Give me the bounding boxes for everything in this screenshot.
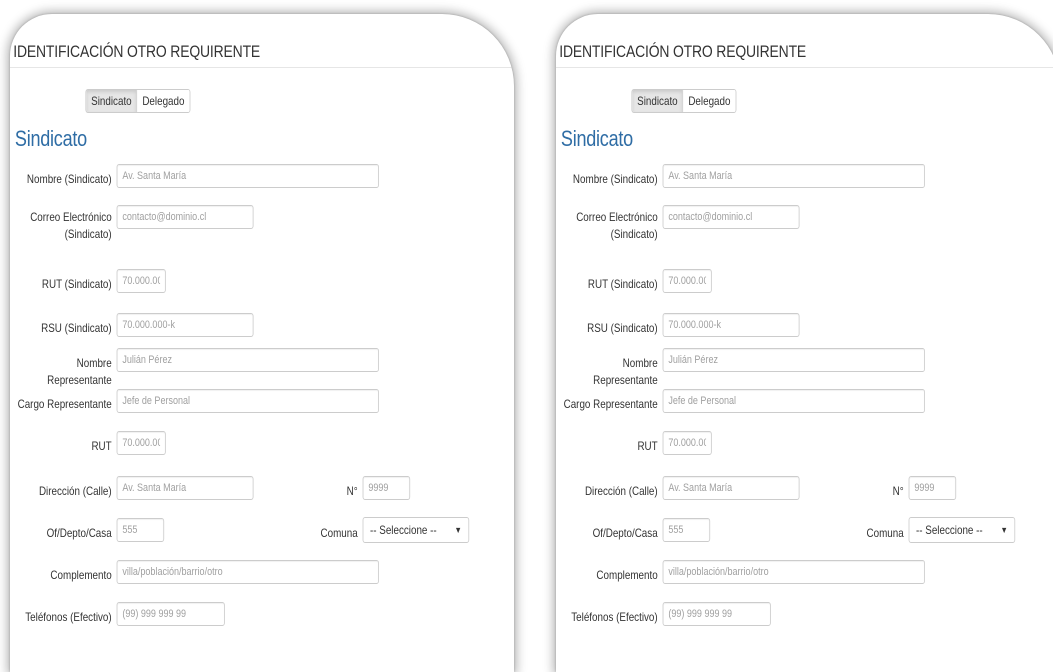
nombre-representante-input[interactable] [116,348,379,372]
cargo-representante-label: Cargo Representante [17,397,112,411]
nombre-representante-input[interactable] [662,348,925,372]
section-title: IDENTIFICACIÓN OTRO REQUIRENTE [13,42,261,61]
triangle-down-icon: ▼ [1000,525,1008,535]
direccion-label: Dirección (Calle) [584,484,658,498]
complemento-input[interactable] [662,560,925,584]
correo-input[interactable] [116,205,254,229]
form-panel-right: IDENTIFICACIÓN OTRO REQUIRENTE Sindicato… [556,14,1053,672]
rut-input[interactable] [116,431,166,455]
direccion-input[interactable] [116,476,254,500]
numero-label: N° [346,484,358,498]
complemento-label: Complemento [50,568,112,582]
nombre-label: Nombre (Sindicato) [26,172,112,186]
nombre-label: Nombre (Sindicato) [572,172,658,186]
comuna-select-value: -- Seleccione -- [369,523,437,537]
direccion-input[interactable] [662,476,800,500]
direccion-label: Dirección (Calle) [38,484,112,498]
correo-label-line2: (Sindicato) [64,227,112,241]
requirente-type-toggle: Sindicato Delegado [631,89,737,113]
complemento-label: Complemento [596,568,658,582]
rut-sindicato-input[interactable] [662,269,712,293]
comuna-select[interactable]: -- Seleccione -- ▼ [908,517,1016,543]
correo-label: Correo Electrónico (Sindicato) [556,209,658,243]
requirente-type-toggle: Sindicato Delegado [85,89,191,113]
correo-label-line1: Correo Electrónico [30,210,112,224]
complemento-input[interactable] [116,560,379,584]
comuna-label: Comuna [320,526,358,540]
form-content: IDENTIFICACIÓN OTRO REQUIRENTE Sindicato… [10,14,514,672]
section-divider [10,67,514,68]
correo-label-line2: (Sindicato) [610,227,658,241]
numero-input[interactable] [362,476,411,500]
toggle-sindicato-button[interactable]: Sindicato [86,90,137,112]
rut-label: RUT [637,439,658,453]
rut-label: RUT [91,439,112,453]
of-depto-input[interactable] [662,518,711,542]
rsu-input[interactable] [116,313,254,337]
form-panel-left: IDENTIFICACIÓN OTRO REQUIRENTE Sindicato… [10,14,514,672]
telefonos-label: Teléfonos (Efectivo) [25,610,112,624]
section-title: IDENTIFICACIÓN OTRO REQUIRENTE [559,42,807,61]
rsu-label: RSU (Sindicato) [587,321,658,335]
of-depto-label: Of/Depto/Casa [592,526,658,540]
triangle-down-icon: ▼ [454,525,462,535]
comuna-select-value: -- Seleccione -- [915,523,983,537]
rsu-label: RSU (Sindicato) [41,321,112,335]
comuna-label: Comuna [866,526,904,540]
cargo-representante-input[interactable] [662,389,925,413]
rut-sindicato-input[interactable] [116,269,166,293]
cargo-representante-input[interactable] [116,389,379,413]
of-depto-label: Of/Depto/Casa [46,526,112,540]
rsu-input[interactable] [662,313,800,337]
rut-sindicato-label: RUT (Sindicato) [587,277,658,291]
toggle-sindicato-button[interactable]: Sindicato [632,90,683,112]
nombre-input[interactable] [116,164,379,188]
telefonos-input[interactable] [116,602,225,626]
sub-heading: Sindicato [560,126,633,151]
telefonos-input[interactable] [662,602,771,626]
telefonos-label: Teléfonos (Efectivo) [571,610,658,624]
comuna-select[interactable]: -- Seleccione -- ▼ [362,517,470,543]
correo-label-line1: Correo Electrónico [576,210,658,224]
sub-heading: Sindicato [14,126,87,151]
nombre-input[interactable] [662,164,925,188]
toggle-delegado-button[interactable]: Delegado [682,90,736,112]
cargo-representante-label: Cargo Representante [563,397,658,411]
correo-input[interactable] [662,205,800,229]
section-divider [556,67,1053,68]
form-content: IDENTIFICACIÓN OTRO REQUIRENTE Sindicato… [556,14,1053,672]
numero-label: N° [892,484,904,498]
rut-sindicato-label: RUT (Sindicato) [41,277,112,291]
rut-input[interactable] [662,431,712,455]
numero-input[interactable] [908,476,957,500]
nombre-representante-label: Nombre Representante [47,356,112,387]
toggle-delegado-button[interactable]: Delegado [136,90,190,112]
correo-label: Correo Electrónico (Sindicato) [10,209,112,243]
of-depto-input[interactable] [116,518,165,542]
nombre-representante-label: Nombre Representante [593,356,658,387]
